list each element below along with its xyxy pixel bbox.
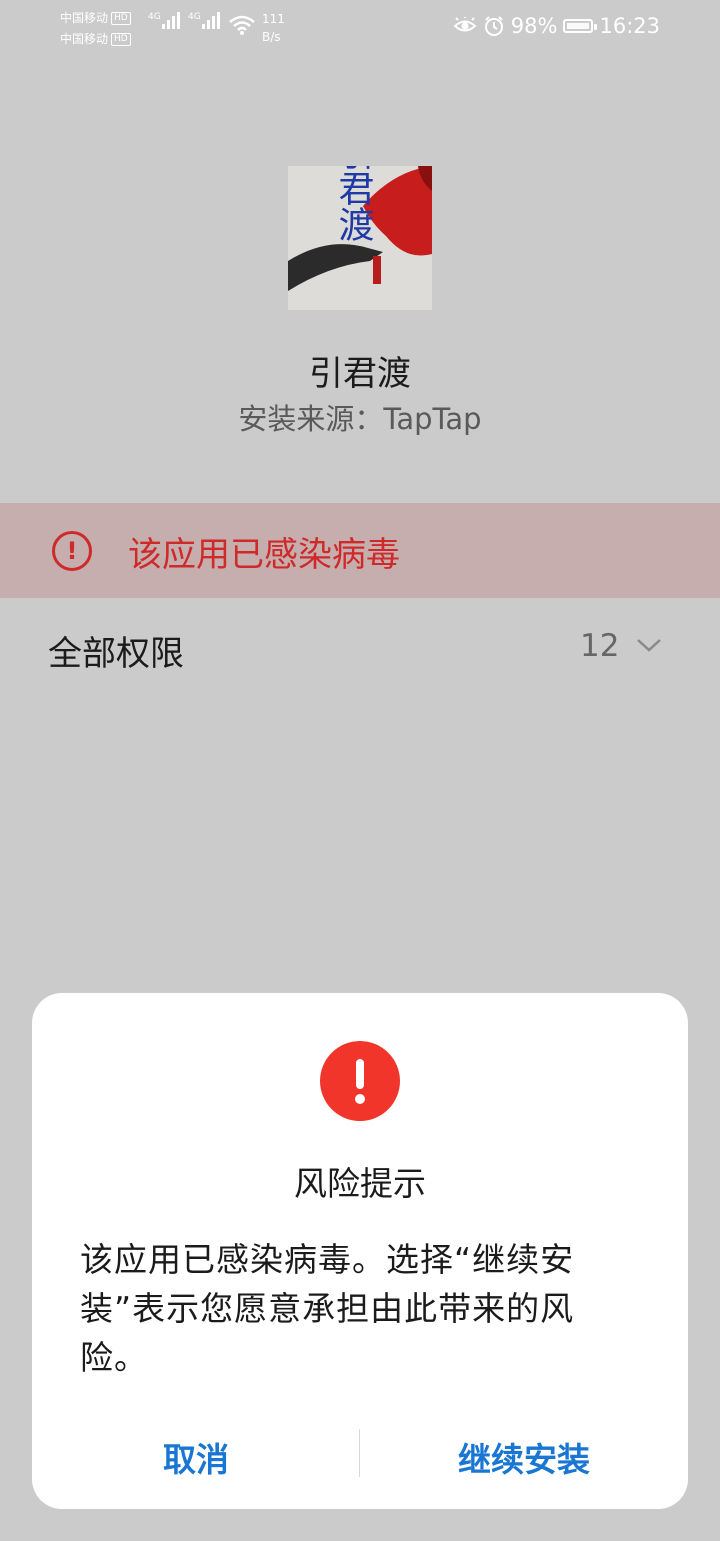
continue-install-button[interactable]: 继续安装 [360,1433,688,1481]
hd-badge: HD [111,12,131,25]
wifi-icon [229,15,255,35]
permissions-count[interactable]: 12 [580,628,619,664]
app-logo-text: 引君渡 [333,166,374,242]
alarm-icon [484,16,503,36]
battery-icon [563,19,598,33]
clock: 16:23 [599,14,660,38]
network-type-label: 4G [148,12,161,22]
system-status: 98% 16:23 [453,14,660,38]
app-logo: 引君渡 [288,166,432,310]
status-bar: 中国移动 HD 中国移动 HD 4G 4G 111 B/s 98% 16:23 [0,0,720,56]
eye-comfort-icon [453,17,477,32]
network-type-label: 4G [188,12,201,22]
app-name: 引君渡 [309,354,411,394]
battery-percentage: 98% [510,14,558,38]
risk-dialog: 风险提示 该应用已感染病毒。选择“继续安装”表示您愿意承担由此带来的风险。 取消… [32,993,688,1509]
exclamation-circle-icon: ! [52,531,92,571]
signal-icon: 4G [148,12,180,29]
all-permissions-label[interactable]: 全部权限 [48,626,184,675]
chevron-down-icon[interactable] [636,636,662,654]
carrier-name-2: 中国移动 [60,32,109,46]
battery-level [567,23,590,29]
cancel-button[interactable]: 取消 [32,1433,360,1481]
carrier-name-1: 中国移动 [60,11,109,25]
network-speed-unit: B/s [262,30,281,44]
virus-warning-text: 该应用已感染病毒 [128,535,400,575]
app-icon: 引君渡 [288,166,432,310]
signal-icon: 4G [188,12,220,29]
network-speed: 111 B/s [262,10,285,46]
network-speed-value: 111 [262,12,285,26]
install-source: 安装来源：TapTap [238,402,482,436]
alert-icon [320,1041,400,1121]
dialog-title: 风险提示 [294,1164,426,1203]
dialog-message: 该应用已感染病毒。选择“继续安装”表示您愿意承担由此带来的风险。 [80,1240,575,1377]
carrier-info: 中国移动 HD 中国移动 HD [60,8,131,50]
hd-badge: HD [111,33,131,46]
